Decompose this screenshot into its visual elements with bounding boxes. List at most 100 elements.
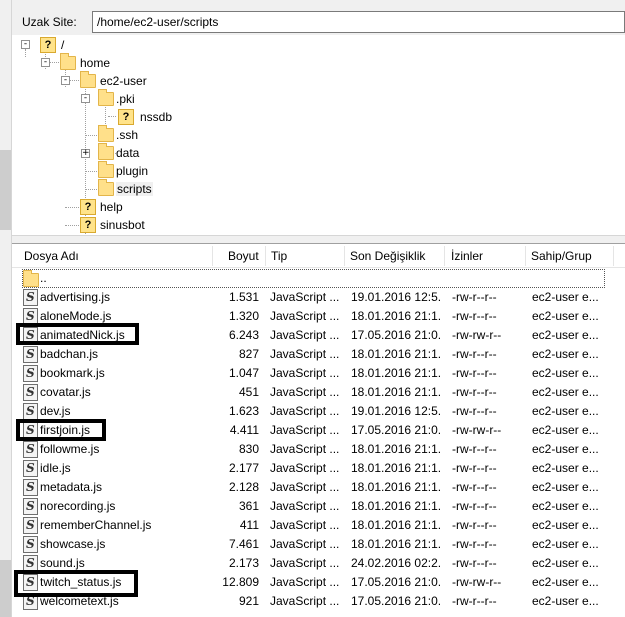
file-type: JavaScript ... bbox=[270, 461, 340, 475]
tree-item-label: help bbox=[100, 200, 123, 214]
file-modified: 17.05.2016 21:0... bbox=[351, 328, 440, 342]
file-row[interactable]: Sadvertising.js 1.531 JavaScript ... 19.01.… bbox=[12, 288, 625, 307]
tree-item-help[interactable]: ? help bbox=[80, 198, 123, 216]
file-size: 830 bbox=[238, 442, 259, 456]
file-modified: 18.01.2016 21:1... bbox=[351, 461, 440, 475]
column-header-name[interactable]: Dosya Adı bbox=[24, 244, 79, 268]
file-modified: 18.01.2016 21:1... bbox=[351, 480, 440, 494]
column-header-owner[interactable]: Sahip/Grup bbox=[531, 244, 592, 268]
file-permissions: -rw-r--r-- bbox=[452, 404, 497, 418]
tree-item-ssh[interactable]: .ssh bbox=[98, 125, 139, 144]
expand-data-icon[interactable]: + bbox=[81, 149, 90, 158]
top-border bbox=[12, 0, 625, 10]
script-file-icon: S bbox=[23, 479, 38, 496]
script-file-icon: S bbox=[23, 289, 38, 306]
tree-item-home[interactable]: home bbox=[60, 53, 110, 72]
tree-item-label: .ssh bbox=[116, 128, 139, 142]
remote-file-list: ⌃ Dosya Adı Boyut Tip Son Değişiklik İzi… bbox=[12, 244, 625, 617]
collapse-ec2-user-icon[interactable]: - bbox=[61, 76, 70, 85]
file-permissions: -rw-r--r-- bbox=[452, 366, 497, 380]
script-file-icon: S bbox=[23, 441, 38, 458]
tree-item-label: data bbox=[116, 146, 140, 160]
file-permissions: -rw-r--r-- bbox=[452, 594, 497, 608]
file-type: JavaScript ... bbox=[270, 575, 340, 589]
collapse-home-icon[interactable]: - bbox=[41, 58, 50, 67]
file-row[interactable]: Sdev.js 1.623 JavaScript ... 19.01.2016 12:… bbox=[12, 402, 625, 421]
file-permissions: -rw-r--r-- bbox=[452, 556, 497, 570]
column-header-size[interactable]: Boyut bbox=[228, 244, 259, 268]
script-file-icon: S bbox=[23, 593, 38, 610]
file-row[interactable]: SrememberChannel.js 411 JavaScript ... 18.0… bbox=[12, 516, 625, 535]
script-file-icon: S bbox=[23, 308, 38, 325]
file-row[interactable]: Sbookmark.js 1.047 JavaScript ... 18.01.201… bbox=[12, 364, 625, 383]
tree-item-label: plugin bbox=[116, 164, 149, 178]
file-owner: ec2-user e... bbox=[532, 366, 599, 380]
file-modified: 18.01.2016 21:1... bbox=[351, 385, 440, 399]
folder-icon bbox=[98, 179, 114, 196]
tree-item-plugin[interactable]: plugin bbox=[98, 161, 149, 180]
file-row[interactable]: Swelcometext.js 921 JavaScript ... 17.05.20… bbox=[12, 592, 625, 611]
file-owner: ec2-user e... bbox=[532, 404, 599, 418]
tree-item-label: / bbox=[61, 38, 65, 52]
file-row[interactable]: Ssound.js 2.173 JavaScript ... 24.02.2016 0… bbox=[12, 554, 625, 573]
tree-item-ec2-user[interactable]: ec2-user bbox=[80, 71, 147, 90]
file-type: JavaScript ... bbox=[270, 309, 340, 323]
file-row[interactable]: Sshowcase.js 7.461 JavaScript ... 18.01.201… bbox=[12, 535, 625, 554]
file-owner: ec2-user e... bbox=[532, 309, 599, 323]
tree-item-pki[interactable]: .pki bbox=[98, 89, 135, 108]
file-modified: 18.01.2016 21:1... bbox=[351, 366, 440, 380]
file-permissions: -rw-rw-r-- bbox=[452, 423, 502, 437]
file-type: JavaScript ... bbox=[270, 442, 340, 456]
file-row[interactable]: Snorecording.js 361 JavaScript ... 18.01.20… bbox=[12, 497, 625, 516]
script-file-icon: S bbox=[23, 460, 38, 477]
file-type: JavaScript ... bbox=[270, 290, 340, 304]
remote-site-label: Uzak Site: bbox=[22, 15, 77, 29]
file-name: .. bbox=[40, 271, 47, 285]
left-panel-edge bbox=[0, 0, 12, 617]
file-type: JavaScript ... bbox=[270, 404, 340, 418]
file-type: JavaScript ... bbox=[270, 556, 340, 570]
file-type: JavaScript ... bbox=[270, 518, 340, 532]
pane-splitter[interactable] bbox=[12, 235, 625, 244]
column-header-type[interactable]: Tip bbox=[271, 244, 287, 268]
script-file-icon: S bbox=[23, 498, 38, 515]
file-row[interactable]: Scovatar.js 451 JavaScript ... 18.01.2016 2… bbox=[12, 383, 625, 402]
file-modified: 18.01.2016 21:1... bbox=[351, 309, 440, 323]
file-row[interactable]: Stwitch_status.js 12.809 JavaScript ... 17.… bbox=[12, 573, 625, 592]
tree-item-data[interactable]: data bbox=[98, 143, 140, 162]
file-modified: 19.01.2016 12:5... bbox=[351, 290, 440, 304]
file-row[interactable]: SanimatedNick.js 6.243 JavaScript ... 17.05… bbox=[12, 326, 625, 345]
file-permissions: -rw-r--r-- bbox=[452, 480, 497, 494]
file-owner: ec2-user e... bbox=[532, 290, 599, 304]
collapse-pki-icon[interactable]: - bbox=[81, 94, 90, 103]
column-header-modified[interactable]: Son Değişiklik bbox=[350, 244, 425, 268]
file-row[interactable]: Smetadata.js 2.128 JavaScript ... 18.01.201… bbox=[12, 478, 625, 497]
tree-item-sinusbot[interactable]: ? sinusbot bbox=[80, 216, 145, 234]
script-file-icon: S bbox=[23, 403, 38, 420]
remote-site-path-input[interactable]: /home/ec2-user/scripts bbox=[92, 11, 625, 33]
file-owner: ec2-user e... bbox=[532, 575, 599, 589]
file-type: JavaScript ... bbox=[270, 594, 340, 608]
column-header-permissions[interactable]: İzinler bbox=[451, 244, 483, 268]
remote-directory-tree: - - - - + ? / home ec2-user .pki ? nssdb… bbox=[12, 35, 625, 235]
tree-item-scripts[interactable]: scripts bbox=[98, 179, 153, 198]
file-size: 2.177 bbox=[228, 461, 259, 475]
remote-site-bar: Uzak Site: /home/ec2-user/scripts bbox=[12, 10, 625, 35]
file-row[interactable]: Sfirstjoin.js 4.411 JavaScript ... 17.05.20… bbox=[12, 421, 625, 440]
file-owner: ec2-user e... bbox=[532, 347, 599, 361]
tree-item-nssdb[interactable]: ? nssdb bbox=[118, 108, 172, 126]
file-permissions: -rw-r--r-- bbox=[452, 290, 497, 304]
file-modified: 18.01.2016 21:1... bbox=[351, 518, 440, 532]
unknown-folder-icon: ? bbox=[40, 37, 56, 53]
file-owner: ec2-user e... bbox=[532, 499, 599, 513]
file-permissions: -rw-r--r-- bbox=[452, 442, 497, 456]
file-row[interactable]: SaloneMode.js 1.320 JavaScript ... 18.01.20… bbox=[12, 307, 625, 326]
parent-directory-row[interactable]: .. bbox=[12, 269, 625, 288]
tree-item-root[interactable]: ? / bbox=[40, 36, 64, 54]
file-row[interactable]: Sbadchan.js 827 JavaScript ... 18.01.2016 2… bbox=[12, 345, 625, 364]
file-row[interactable]: Sfollowme.js 830 JavaScript ... 18.01.2016 … bbox=[12, 440, 625, 459]
collapse-root-icon[interactable]: - bbox=[21, 40, 30, 49]
file-permissions: -rw-r--r-- bbox=[452, 537, 497, 551]
file-row[interactable]: Sidle.js 2.177 JavaScript ... 18.01.2016 21… bbox=[12, 459, 625, 478]
file-list-header: ⌃ Dosya Adı Boyut Tip Son Değişiklik İzi… bbox=[12, 244, 625, 268]
